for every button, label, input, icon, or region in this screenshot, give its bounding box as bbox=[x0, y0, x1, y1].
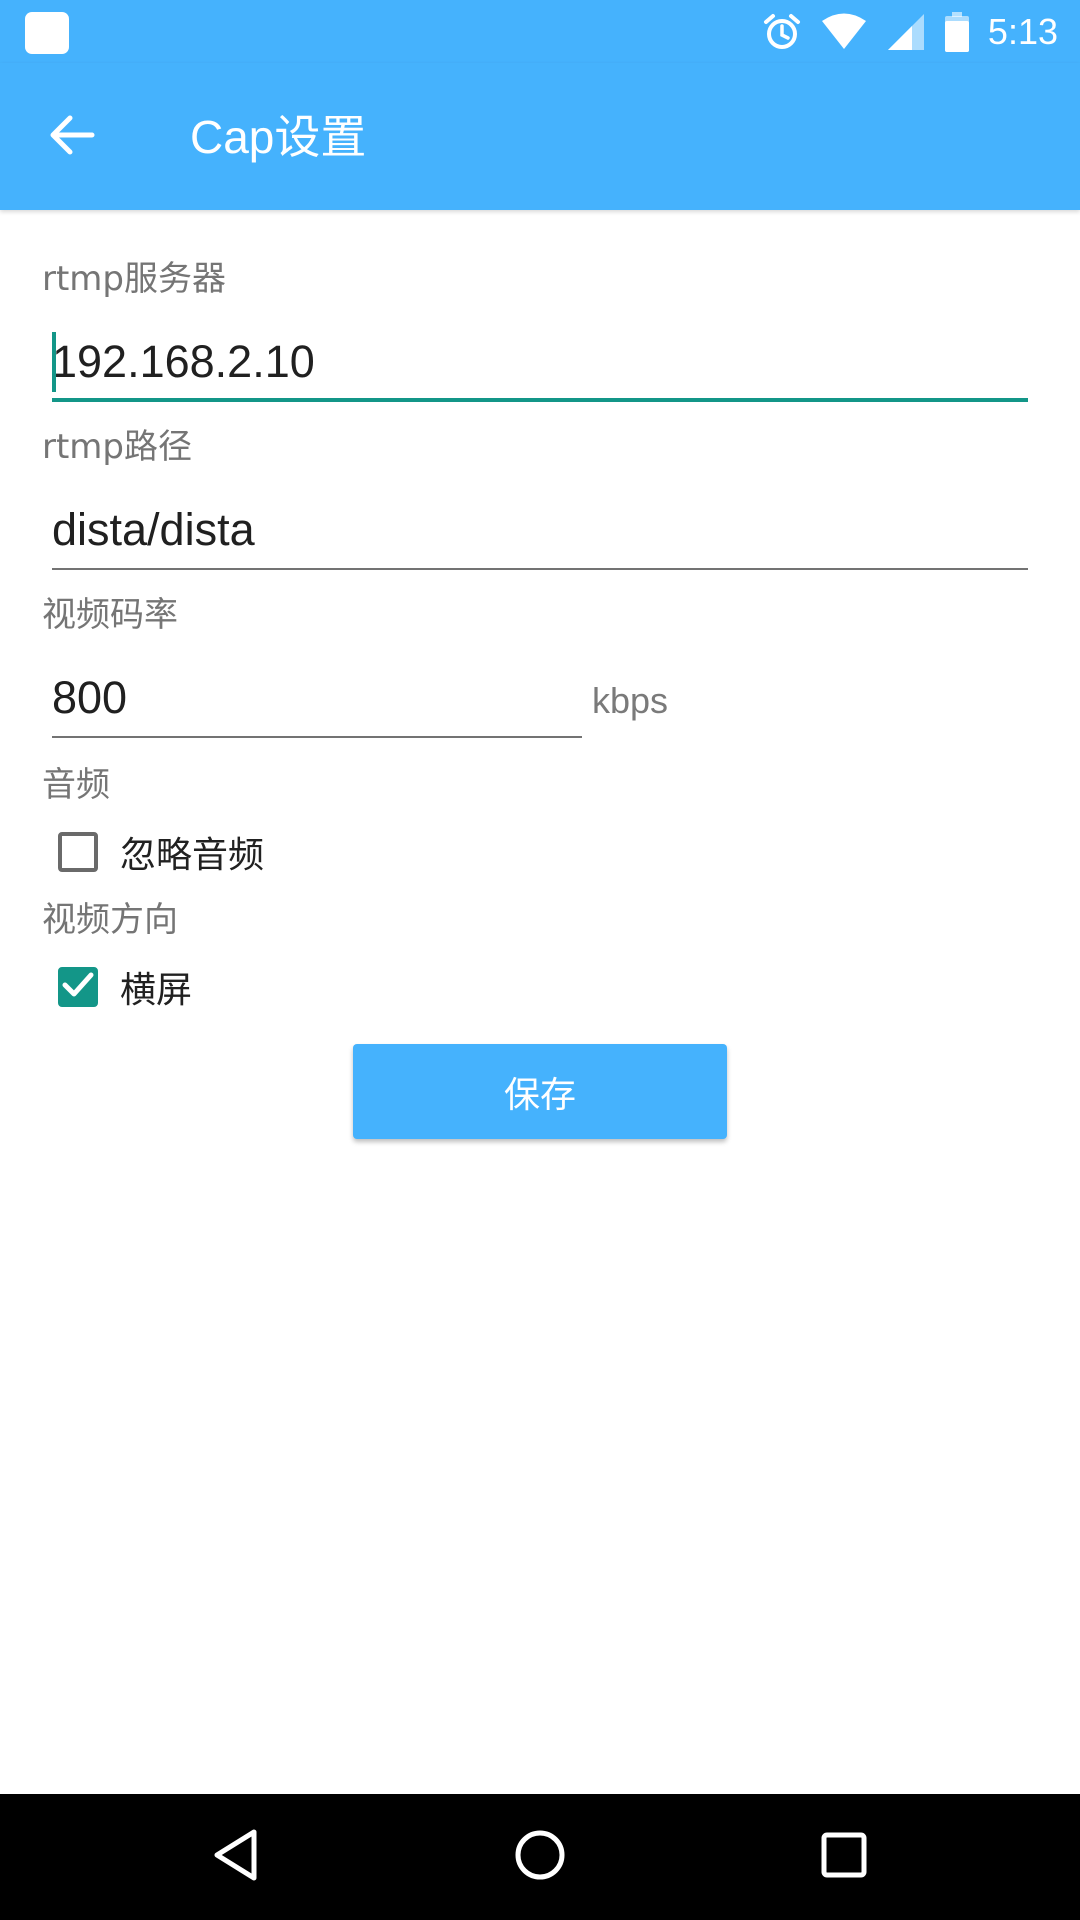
landscape-checkbox-row[interactable]: 横屏 bbox=[58, 960, 192, 1014]
alarm-icon bbox=[762, 12, 802, 52]
checkmark-icon bbox=[62, 971, 94, 1003]
ignore-audio-label: 忽略音频 bbox=[120, 835, 265, 876]
back-triangle-icon bbox=[212, 1828, 260, 1886]
ignore-audio-checkbox[interactable] bbox=[58, 832, 98, 872]
status-icons: 5:13 bbox=[762, 0, 1058, 63]
signal-icon bbox=[886, 12, 926, 52]
text-cursor bbox=[52, 332, 56, 392]
home-circle-icon bbox=[513, 1828, 567, 1886]
video-bitrate-label: 视频码率 bbox=[42, 595, 178, 635]
recents-square-icon bbox=[820, 1831, 868, 1883]
wifi-icon bbox=[820, 12, 868, 52]
bitrate-unit-label: kbps bbox=[592, 680, 669, 721]
video-bitrate-input[interactable]: 800 bbox=[52, 658, 582, 738]
arrow-back-icon bbox=[48, 113, 96, 161]
rtmp-server-value: 192.168.2.10 bbox=[52, 336, 315, 387]
nav-home-button[interactable] bbox=[510, 1827, 570, 1887]
settings-screen: 5:13 Cap设置 rtmp服务器 192.168.2.10 rtmp路径 d… bbox=[0, 0, 1080, 1920]
orientation-section-label: 视频方向 bbox=[42, 900, 178, 940]
page-title: Cap设置 bbox=[190, 111, 367, 163]
rtmp-server-label: rtmp服务器 bbox=[42, 259, 227, 299]
rtmp-server-input[interactable]: 192.168.2.10 bbox=[52, 322, 1028, 402]
rtmp-path-value: dista/dista bbox=[52, 504, 255, 555]
app-notification-icon bbox=[25, 12, 69, 54]
save-button[interactable]: 保存 bbox=[353, 1044, 727, 1139]
nav-back-button[interactable] bbox=[206, 1827, 266, 1887]
status-bar: 5:13 bbox=[0, 0, 1080, 63]
video-bitrate-value: 800 bbox=[52, 672, 128, 723]
audio-section-label: 音频 bbox=[42, 765, 110, 805]
navigation-bar bbox=[0, 1794, 1080, 1920]
rtmp-path-input[interactable]: dista/dista bbox=[52, 490, 1028, 570]
rtmp-path-label: rtmp路径 bbox=[42, 427, 193, 467]
nav-recents-button[interactable] bbox=[814, 1827, 874, 1887]
app-bar: Cap设置 bbox=[0, 63, 1080, 210]
back-button[interactable] bbox=[38, 107, 106, 167]
landscape-label: 横屏 bbox=[120, 970, 193, 1011]
battery-icon bbox=[944, 11, 970, 53]
landscape-checkbox[interactable] bbox=[58, 967, 98, 1007]
ignore-audio-checkbox-row[interactable]: 忽略音频 bbox=[58, 825, 264, 879]
status-time: 5:13 bbox=[987, 10, 1058, 52]
